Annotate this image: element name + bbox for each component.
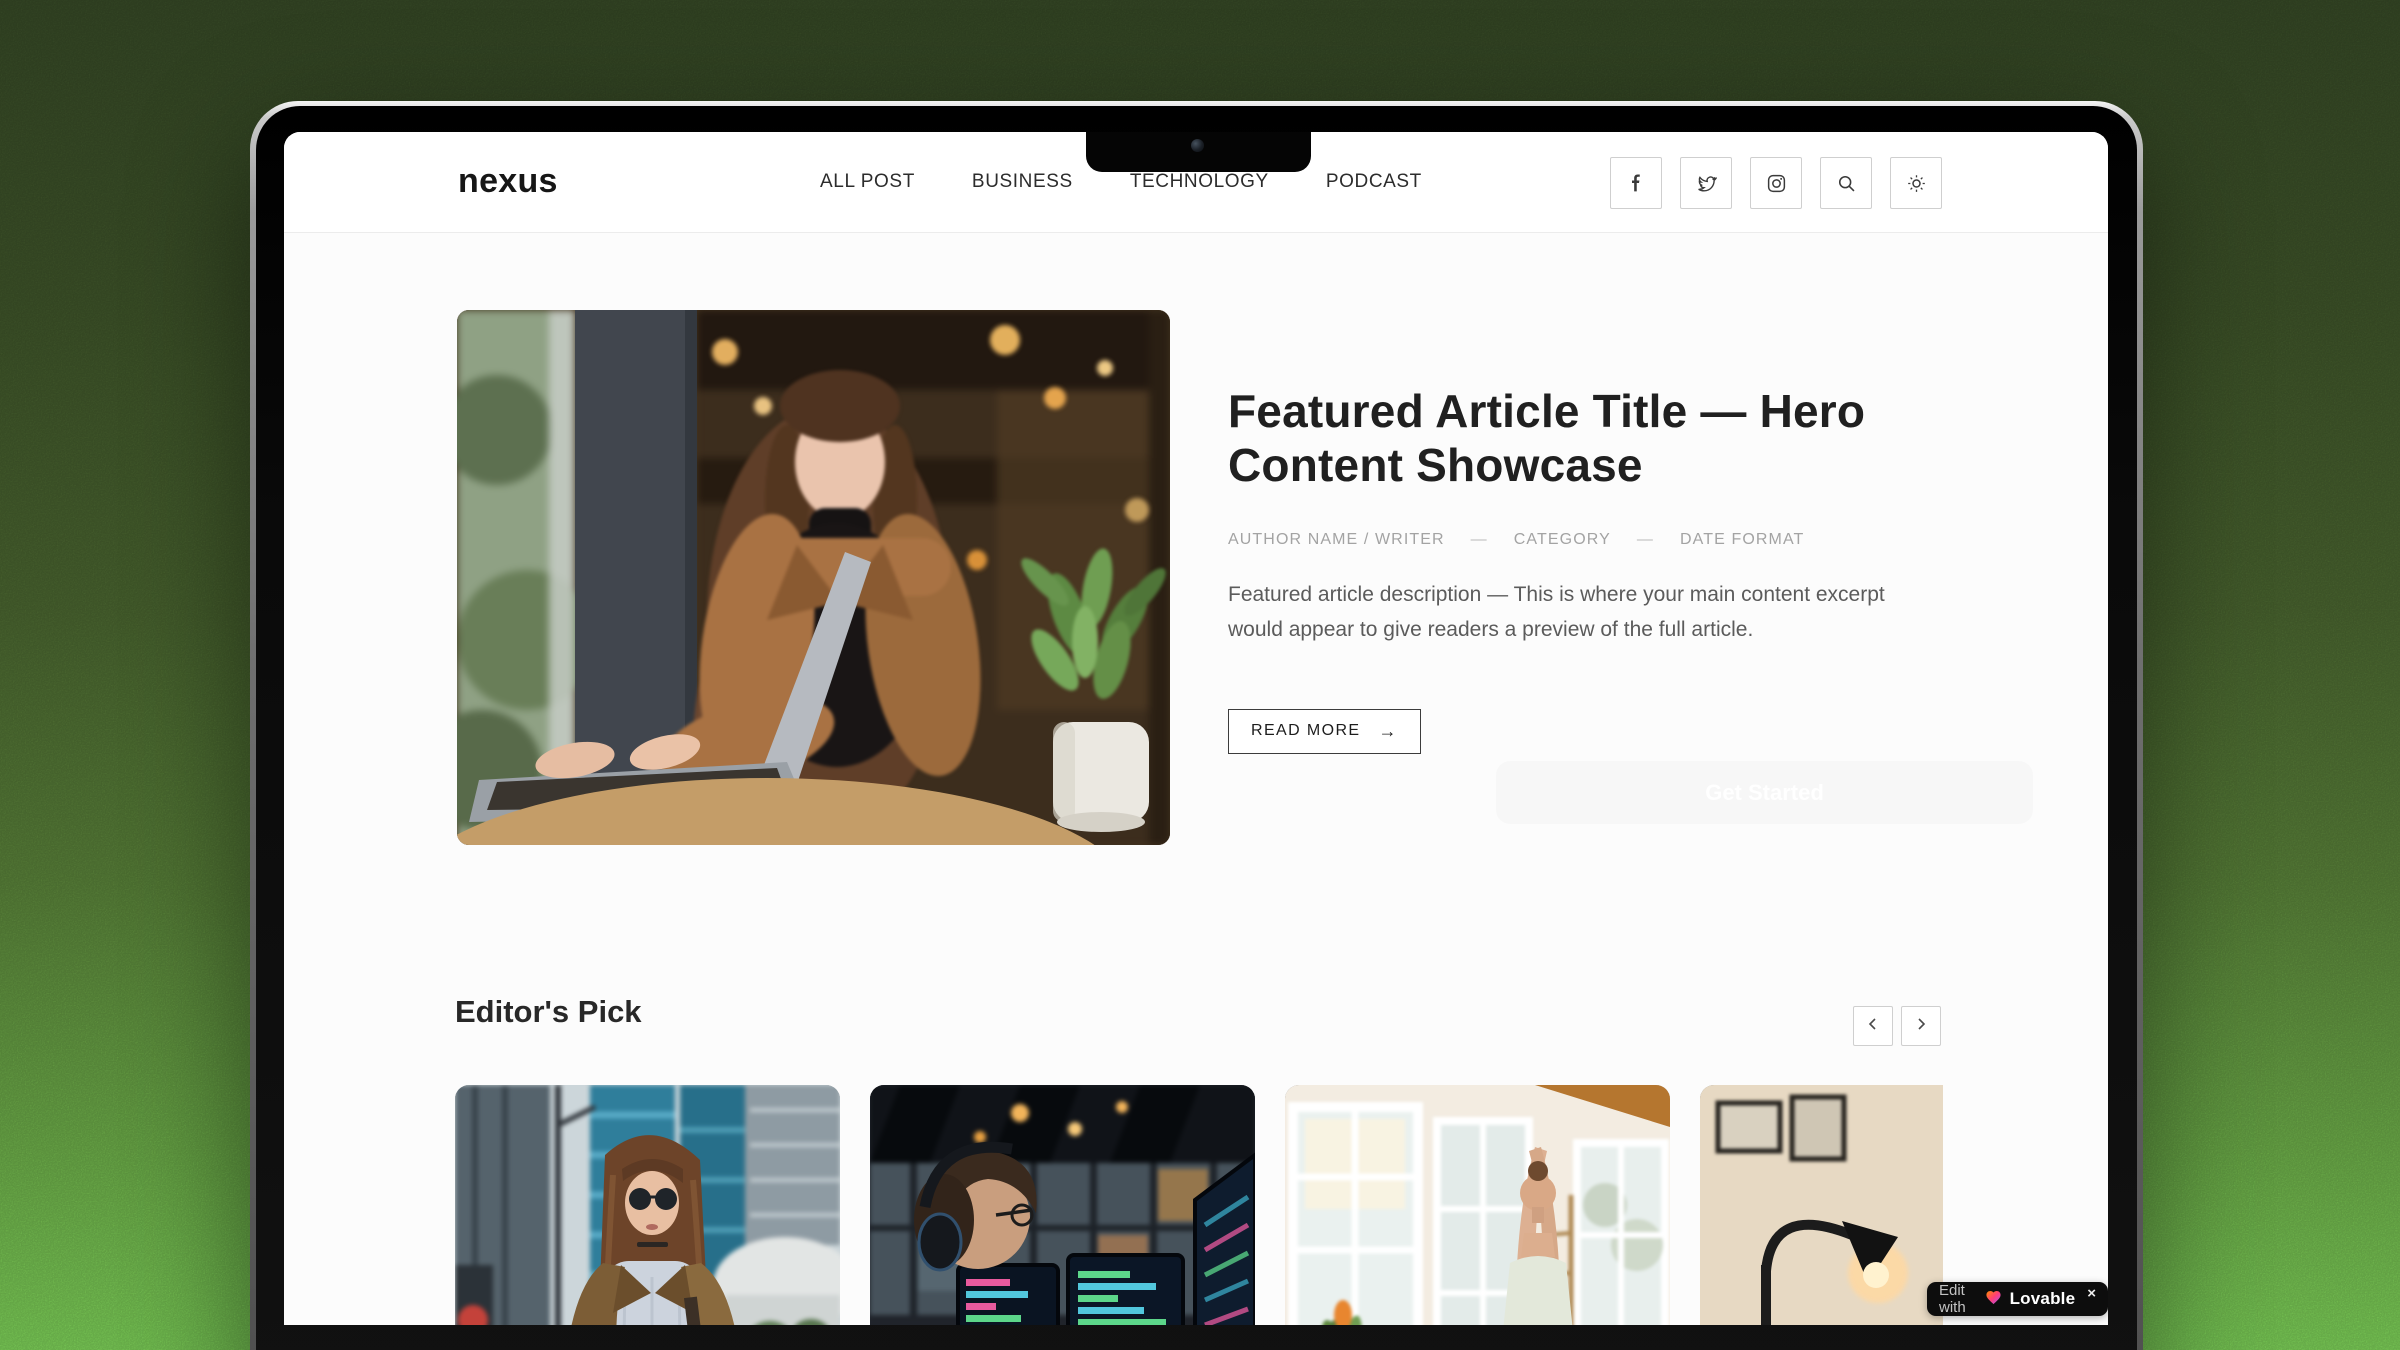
twitter-button[interactable]	[1680, 157, 1732, 209]
laptop-frame: nexus ALL POST BUSINESS TECHNOLOGY PODCA…	[250, 101, 2143, 1350]
chevron-left-icon	[1867, 1017, 1879, 1036]
search-icon	[1836, 173, 1857, 194]
meta-separator: —	[1471, 531, 1488, 549]
twitter-icon	[1696, 173, 1717, 194]
badge-close-icon[interactable]: ×	[2087, 1285, 2096, 1302]
carousel-prev-button[interactable]	[1853, 1006, 1893, 1046]
theme-toggle-button[interactable]	[1890, 157, 1942, 209]
site-logo[interactable]: nexus	[458, 162, 558, 201]
editors-pick-card[interactable]	[1285, 1085, 1670, 1325]
card-image	[1285, 1085, 1670, 1325]
editors-pick-card[interactable]	[870, 1085, 1255, 1325]
arrow-right-icon: →	[1379, 721, 1398, 742]
nav-item-all-post[interactable]: ALL POST	[820, 171, 915, 193]
card-image	[1700, 1085, 1943, 1325]
nav-item-business[interactable]: BUSINESS	[972, 171, 1073, 193]
laptop-screen: nexus ALL POST BUSINESS TECHNOLOGY PODCA…	[284, 132, 2108, 1325]
meta-author: AUTHOR NAME / WRITER	[1228, 531, 1445, 549]
facebook-button[interactable]	[1610, 157, 1662, 209]
social-buttons	[1610, 157, 1942, 209]
webcam-icon	[1191, 139, 1204, 152]
featured-article-meta: AUTHOR NAME / WRITER — CATEGORY — DATE F…	[1228, 531, 1968, 549]
badge-prefix: Edit with	[1939, 1282, 1977, 1316]
meta-category: CATEGORY	[1514, 531, 1611, 549]
chevron-right-icon	[1915, 1017, 1927, 1036]
card-image	[455, 1085, 840, 1325]
editors-pick-card[interactable]	[1700, 1085, 1943, 1325]
featured-article-title: Featured Article Title — Hero Content Sh…	[1228, 384, 1968, 493]
ghost-get-started-overlay: Get Started	[1496, 761, 2033, 824]
editors-pick-carousel	[455, 1085, 1943, 1325]
carousel-next-button[interactable]	[1901, 1006, 1941, 1046]
instagram-button[interactable]	[1750, 157, 1802, 209]
editors-pick-card[interactable]	[455, 1085, 840, 1325]
badge-brand: Lovable	[2010, 1289, 2076, 1309]
edit-with-lovable-badge[interactable]: Edit with Lovable ×	[1927, 1282, 2108, 1316]
desktop-background: nexus ALL POST BUSINESS TECHNOLOGY PODCA…	[0, 0, 2400, 1350]
featured-article-image[interactable]	[457, 310, 1170, 845]
sun-theme-icon	[1906, 173, 1927, 194]
read-more-label: READ MORE	[1251, 722, 1361, 740]
laptop-notch	[1086, 132, 1311, 172]
nav-item-technology[interactable]: TECHNOLOGY	[1130, 171, 1269, 193]
facebook-icon	[1626, 173, 1646, 193]
meta-date: DATE FORMAT	[1680, 531, 1804, 549]
card-image	[870, 1085, 1255, 1325]
lovable-heart-icon	[1985, 1289, 2002, 1310]
instagram-icon	[1766, 173, 1787, 194]
meta-separator: —	[1637, 531, 1654, 549]
search-button[interactable]	[1820, 157, 1872, 209]
nav-item-podcast[interactable]: PODCAST	[1326, 171, 1422, 193]
read-more-button[interactable]: READ MORE →	[1228, 709, 1421, 754]
editors-pick-heading: Editor's Pick	[455, 994, 642, 1030]
featured-article-content: Featured Article Title — Hero Content Sh…	[1228, 384, 1968, 754]
featured-article-description: Featured article description — This is w…	[1228, 577, 1928, 648]
featured-image-illustration	[457, 310, 1170, 845]
